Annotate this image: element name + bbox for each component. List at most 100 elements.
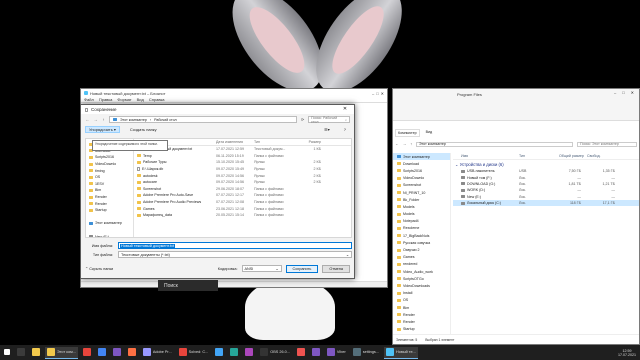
- encoding-select[interactable]: ANSI ⌄: [241, 265, 282, 272]
- explorer-nav-item[interactable]: Models: [393, 203, 450, 210]
- file-row[interactable]: Screenshot 29.06.2020 18:07 Папка с файлам…: [134, 186, 351, 193]
- address-bar[interactable]: Этот компьютер › Рабочий стол: [109, 116, 297, 123]
- new-folder-button[interactable]: Создать папку: [126, 126, 161, 133]
- ribbon-tab-view[interactable]: Вид: [424, 129, 435, 137]
- system-clock[interactable]: 12:59 17.07.2021: [618, 349, 640, 357]
- menu-file[interactable]: Файл: [84, 97, 94, 102]
- explorer-nav-item[interactable]: Render: [393, 311, 450, 318]
- menu-view[interactable]: Вид: [137, 97, 144, 102]
- filename-input[interactable]: Новый текстовый документ.txt: [118, 242, 352, 249]
- ribbon-tab-computer[interactable]: Компьютер: [395, 129, 420, 137]
- file-row[interactable]: Adobe Premiere Pro Auto-Save 07.07.2021 1…: [134, 192, 351, 199]
- search-box[interactable]: Поиск: [158, 280, 218, 291]
- ex-column-type[interactable]: Тип: [519, 154, 559, 158]
- filetype-select[interactable]: Текстовые документы (*.txt) ⌄: [118, 251, 352, 258]
- explorer-nav-item[interactable]: Bim: [393, 304, 450, 311]
- explorer-nav-item[interactable]: Русская озвучка: [393, 239, 450, 246]
- explorer-nav-item[interactable]: VideoDownloads: [393, 282, 450, 289]
- taskbar-app-button[interactable]: settings...: [351, 347, 381, 359]
- nav-item[interactable]: OS: [86, 174, 133, 181]
- explorer-nav-item[interactable]: ScriptsOTGo: [393, 275, 450, 282]
- explorer-address-bar[interactable]: Этот компьютер: [415, 141, 573, 147]
- nav-item[interactable]: Этот компьютер: [86, 220, 133, 227]
- nav-item[interactable]: VideoDownlo: [86, 161, 133, 168]
- forward-arrow-icon[interactable]: →: [93, 117, 98, 122]
- file-row[interactable]: Temp 06.11.2020 15:19 Папка с файлами: [134, 153, 351, 160]
- taskbar-app-button[interactable]: [81, 347, 93, 359]
- taskbar-app-button[interactable]: [30, 347, 42, 359]
- drives-group-header[interactable]: ⌄ Устройства и диски (6): [453, 160, 639, 168]
- taskbar-app-button[interactable]: [96, 347, 108, 359]
- menu-format[interactable]: Формат: [117, 97, 131, 102]
- explorer-search-input[interactable]: Поиск: Этот компьютер: [577, 141, 637, 147]
- explorer-nav-item[interactable]: Render: [393, 318, 450, 325]
- back-arrow-icon[interactable]: ←: [395, 142, 399, 146]
- navigation-pane[interactable]: DesktopdownloadScripts2016VideoDownlotim…: [86, 139, 134, 237]
- file-row[interactable]: Рабочие Туры 15.10.2020 15:45 Ярлык 2 КБ: [134, 159, 351, 166]
- nav-item[interactable]: Render: [86, 194, 133, 201]
- explorer-nav-item[interactable]: Screenshot: [393, 182, 450, 189]
- taskbar-app-button[interactable]: [310, 347, 322, 359]
- refresh-icon[interactable]: ⟳: [300, 117, 305, 122]
- explorer-nav-item[interactable]: NI_PRINT_10: [393, 189, 450, 196]
- explorer-nav-item[interactable]: Этот компьютер: [393, 153, 450, 161]
- maximize-button[interactable]: □: [376, 91, 378, 96]
- explorer-nav-item[interactable]: VideoDownlo: [393, 175, 450, 182]
- explorer-nav-item[interactable]: Bk_Folder: [393, 196, 450, 203]
- back-arrow-icon[interactable]: ←: [85, 117, 90, 122]
- nav-item[interactable]: Bim: [86, 187, 133, 194]
- up-arrow-icon[interactable]: ↑: [101, 117, 106, 122]
- nav-item[interactable]: timing: [86, 167, 133, 174]
- organize-button[interactable]: Упорядочить ▾: [85, 126, 120, 133]
- menu-edit[interactable]: Правка: [99, 97, 113, 102]
- explorer-nav-item[interactable]: Download: [393, 160, 450, 167]
- save-button[interactable]: Сохранить: [285, 264, 319, 273]
- file-row[interactable]: autocare 09.07.2020 14:56 Ярлык 2 КБ: [134, 179, 351, 186]
- cancel-button[interactable]: Отмена: [322, 264, 350, 273]
- column-date[interactable]: Дата изменения: [216, 140, 254, 144]
- explorer-nav-item[interactable]: Games: [393, 254, 450, 261]
- help-icon[interactable]: ?: [340, 126, 350, 133]
- explorer-nav-item[interactable]: Install: [393, 290, 450, 297]
- taskbar-app-button[interactable]: [15, 347, 27, 359]
- taskbar-app-button[interactable]: [295, 347, 307, 359]
- taskbar-app-button[interactable]: [213, 347, 225, 359]
- forward-arrow-icon[interactable]: →: [403, 142, 407, 146]
- column-size[interactable]: Размер: [294, 140, 324, 144]
- nav-item[interactable]: 1ESV: [86, 181, 133, 188]
- file-row[interactable]: Adobe Premiere Pro Audio Previews 07.07.2…: [134, 199, 351, 206]
- column-type[interactable]: Тип: [254, 140, 294, 144]
- explorer-nav-item[interactable]: Startup: [393, 326, 450, 333]
- breadcrumb-desktop[interactable]: Рабочий стол: [154, 118, 177, 122]
- file-row[interactable]: E:\ Шарик.db 09.07.2020 15:49 Ярлык 2 КБ: [134, 166, 351, 173]
- file-row[interactable]: Марафонец_data 20.05.2021 15:14 Папка с фа…: [134, 212, 351, 219]
- close-button[interactable]: ✕: [381, 91, 384, 96]
- explorer-nav-item[interactable]: Video_Audio_work: [393, 268, 450, 275]
- explorer-nav-item[interactable]: Озвучки 2: [393, 246, 450, 253]
- explorer-nav-item[interactable]: Scripts2016: [393, 167, 450, 174]
- explorer-nav-item[interactable]: Rexolerne: [393, 225, 450, 232]
- breadcrumb-computer[interactable]: Этот компьютер: [120, 118, 147, 122]
- taskbar-app-button[interactable]: [111, 347, 123, 359]
- explorer-nav-item[interactable]: rendered: [393, 261, 450, 268]
- explorer-minimize-button[interactable]: –: [614, 90, 616, 95]
- ex-column-total[interactable]: Общий размер: [559, 154, 587, 158]
- file-row[interactable]: autodesk 09.07.2020 14:56 Ярлык 2 КБ: [134, 172, 351, 179]
- taskbar-app-button[interactable]: [126, 347, 138, 359]
- menu-help[interactable]: Справка: [149, 97, 165, 102]
- dialog-search-input[interactable]: Поиск: Рабочий стол ⌕: [308, 116, 350, 124]
- explorer-close-button[interactable]: ✕: [631, 90, 634, 95]
- file-list[interactable]: Имя Дата изменения Тип Размер Новый текс…: [134, 139, 351, 237]
- start-button[interactable]: [2, 347, 12, 359]
- nav-item[interactable]: Scripts2016: [86, 154, 133, 161]
- taskbar-app-button[interactable]: Solved: C...: [177, 347, 211, 359]
- taskbar-app-button[interactable]: [243, 347, 255, 359]
- taskbar-app-button[interactable]: [228, 347, 240, 359]
- explorer-nav-item[interactable]: OS: [393, 297, 450, 304]
- taskbar-app-button[interactable]: OBS 26.0...: [258, 347, 292, 359]
- taskbar-app-button[interactable]: Новый те...: [383, 346, 418, 359]
- nav-item[interactable]: Render: [86, 200, 133, 207]
- explorer-nav-item[interactable]: Notepad4: [393, 218, 450, 225]
- dialog-close-button[interactable]: ✕: [340, 105, 350, 114]
- nav-item[interactable]: New (E:): [86, 233, 133, 237]
